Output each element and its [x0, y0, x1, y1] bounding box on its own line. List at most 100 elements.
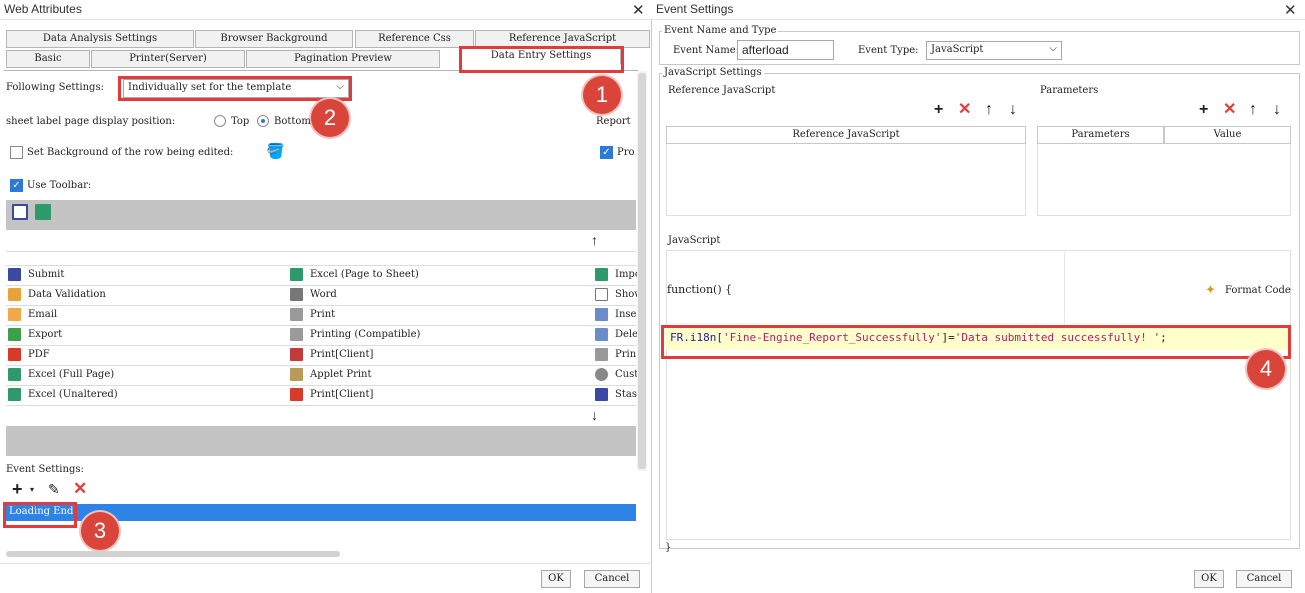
gear-icon [595, 368, 608, 381]
list-item[interactable]: Word [310, 289, 337, 300]
radio-top-label: Top [231, 116, 250, 127]
list-item[interactable]: PDF [28, 349, 50, 360]
scrollbar-thumb[interactable] [638, 73, 646, 469]
list-item[interactable]: Export [28, 329, 62, 340]
set-background-label: Set Background of the row being edited: [27, 147, 234, 158]
event-settings-label: Event Settings: [6, 464, 84, 475]
dropdown-arrow-icon[interactable]: ▾ [30, 485, 34, 494]
add-icon[interactable]: + [1199, 102, 1208, 118]
add-icon[interactable]: + [934, 102, 943, 118]
event-name-label: Event Name: [673, 45, 739, 56]
list-item[interactable]: Print[Client] [310, 389, 373, 400]
list-item[interactable]: Print [310, 309, 335, 320]
close-icon[interactable]: ✕ [1284, 1, 1297, 19]
list-item[interactable]: Excel (Page to Sheet) [310, 269, 419, 280]
delete-icon[interactable]: ✕ [1223, 102, 1236, 118]
function-close: } [665, 542, 672, 553]
move-down-icon[interactable]: ↓ [1009, 102, 1017, 118]
radio-bottom-label: Bottom [274, 116, 311, 127]
divider [6, 285, 636, 286]
tab-basic[interactable]: Basic [6, 50, 90, 68]
event-type-value: JavaScript [931, 44, 984, 55]
event-name-input[interactable]: afterload [737, 40, 834, 60]
submit-icon [8, 268, 21, 281]
cancel-button[interactable]: Cancel [1236, 570, 1292, 588]
radio-bottom[interactable] [257, 115, 269, 127]
printer-icon [290, 308, 303, 321]
move-up-icon[interactable]: ↑ [985, 102, 993, 118]
annotation-badge-4: 4 [1247, 350, 1285, 388]
list-item[interactable]: Data Validation [28, 289, 106, 300]
pro-checkbox[interactable]: ✓ [600, 146, 613, 159]
reference-js-table-body [666, 144, 1026, 216]
list-item[interactable]: Excel (Unaltered) [28, 389, 118, 400]
email-icon [8, 308, 21, 321]
show-icon [595, 288, 608, 301]
use-toolbar-checkbox[interactable]: ✓ [10, 179, 23, 192]
add-event-icon[interactable]: + [12, 479, 23, 500]
vertical-scrollbar[interactable] [637, 71, 647, 471]
set-background-checkbox[interactable] [10, 146, 23, 159]
print-client-icon [290, 348, 303, 361]
save-icon[interactable] [12, 204, 28, 220]
move-down-icon[interactable]: ↓ [1273, 102, 1281, 118]
delete-icon[interactable]: ✕ [73, 479, 87, 499]
window-title: Web Attributes [0, 0, 652, 20]
divider [6, 325, 636, 326]
list-item[interactable]: Stas [615, 389, 637, 400]
radio-top[interactable] [214, 115, 226, 127]
tab-data-analysis-settings[interactable]: Data Analysis Settings [6, 30, 194, 48]
divider [6, 385, 636, 386]
tab-reference-css[interactable]: Reference Css [355, 30, 474, 48]
cancel-button[interactable]: Cancel [584, 570, 640, 588]
function-open: function() { [667, 283, 733, 296]
format-code-icon[interactable]: ✦ [1205, 282, 1216, 298]
group-label: JavaScript Settings [662, 67, 764, 78]
format-code-button[interactable]: Format Code [1225, 285, 1291, 296]
list-item[interactable]: Inse [615, 309, 636, 320]
move-up-icon[interactable]: ↑ [1249, 102, 1257, 118]
group-label: Event Name and Type [662, 25, 779, 36]
list-item[interactable]: Dele [615, 329, 638, 340]
tab-pagination-preview[interactable]: Pagination Preview [246, 50, 440, 68]
list-item[interactable]: Excel (Full Page) [28, 369, 114, 380]
paint-bucket-icon[interactable]: 🪣 [266, 142, 285, 160]
excel-icon[interactable] [35, 204, 51, 220]
pdf-icon [8, 348, 21, 361]
list-item[interactable]: Applet Print [310, 369, 372, 380]
highlight-box-4 [661, 325, 1291, 359]
window-title: Event Settings [652, 0, 1305, 20]
ok-button[interactable]: OK [541, 570, 571, 588]
parameters-table-body [1037, 144, 1291, 216]
highlight-box-1 [459, 46, 624, 73]
event-type-select[interactable]: JavaScript ⌵ [926, 41, 1062, 60]
close-icon[interactable]: ✕ [632, 1, 645, 19]
move-down-icon[interactable]: ↓ [591, 407, 598, 423]
applet-print-icon [290, 368, 303, 381]
following-settings-label: Following Settings: [6, 82, 104, 93]
reference-js-label: Reference JavaScript [668, 85, 776, 96]
javascript-label: JavaScript [668, 235, 721, 246]
event-settings-window: Event Settings ✕ Event Name and Type Eve… [652, 0, 1305, 593]
list-item[interactable]: Submit [28, 269, 64, 280]
sheet-label-position-label: sheet label page display position: [6, 116, 176, 127]
edit-pencil-icon[interactable]: ✎ [48, 481, 60, 498]
list-item[interactable]: Prin [615, 349, 636, 360]
use-toolbar-label: Use Toolbar: [27, 180, 92, 191]
divider [6, 365, 636, 366]
delete-icon[interactable]: ✕ [958, 102, 971, 118]
ok-button[interactable]: OK [1194, 570, 1224, 588]
list-item[interactable]: Cust [615, 369, 638, 380]
divider [6, 345, 636, 346]
list-item[interactable]: Printing (Compatible) [310, 329, 420, 340]
tab-printer-server[interactable]: Printer(Server) [91, 50, 245, 68]
footer-divider [0, 563, 652, 564]
event-type-label: Event Type: [858, 45, 919, 56]
list-item[interactable]: Email [28, 309, 57, 320]
tab-browser-background[interactable]: Browser Background [195, 30, 353, 48]
horizontal-scrollbar[interactable] [6, 551, 340, 557]
printer-icon [290, 328, 303, 341]
list-item[interactable]: Print[Client] [310, 349, 373, 360]
move-up-icon[interactable]: ↑ [591, 232, 598, 248]
chevron-down-icon: ⌵ [1049, 43, 1057, 54]
